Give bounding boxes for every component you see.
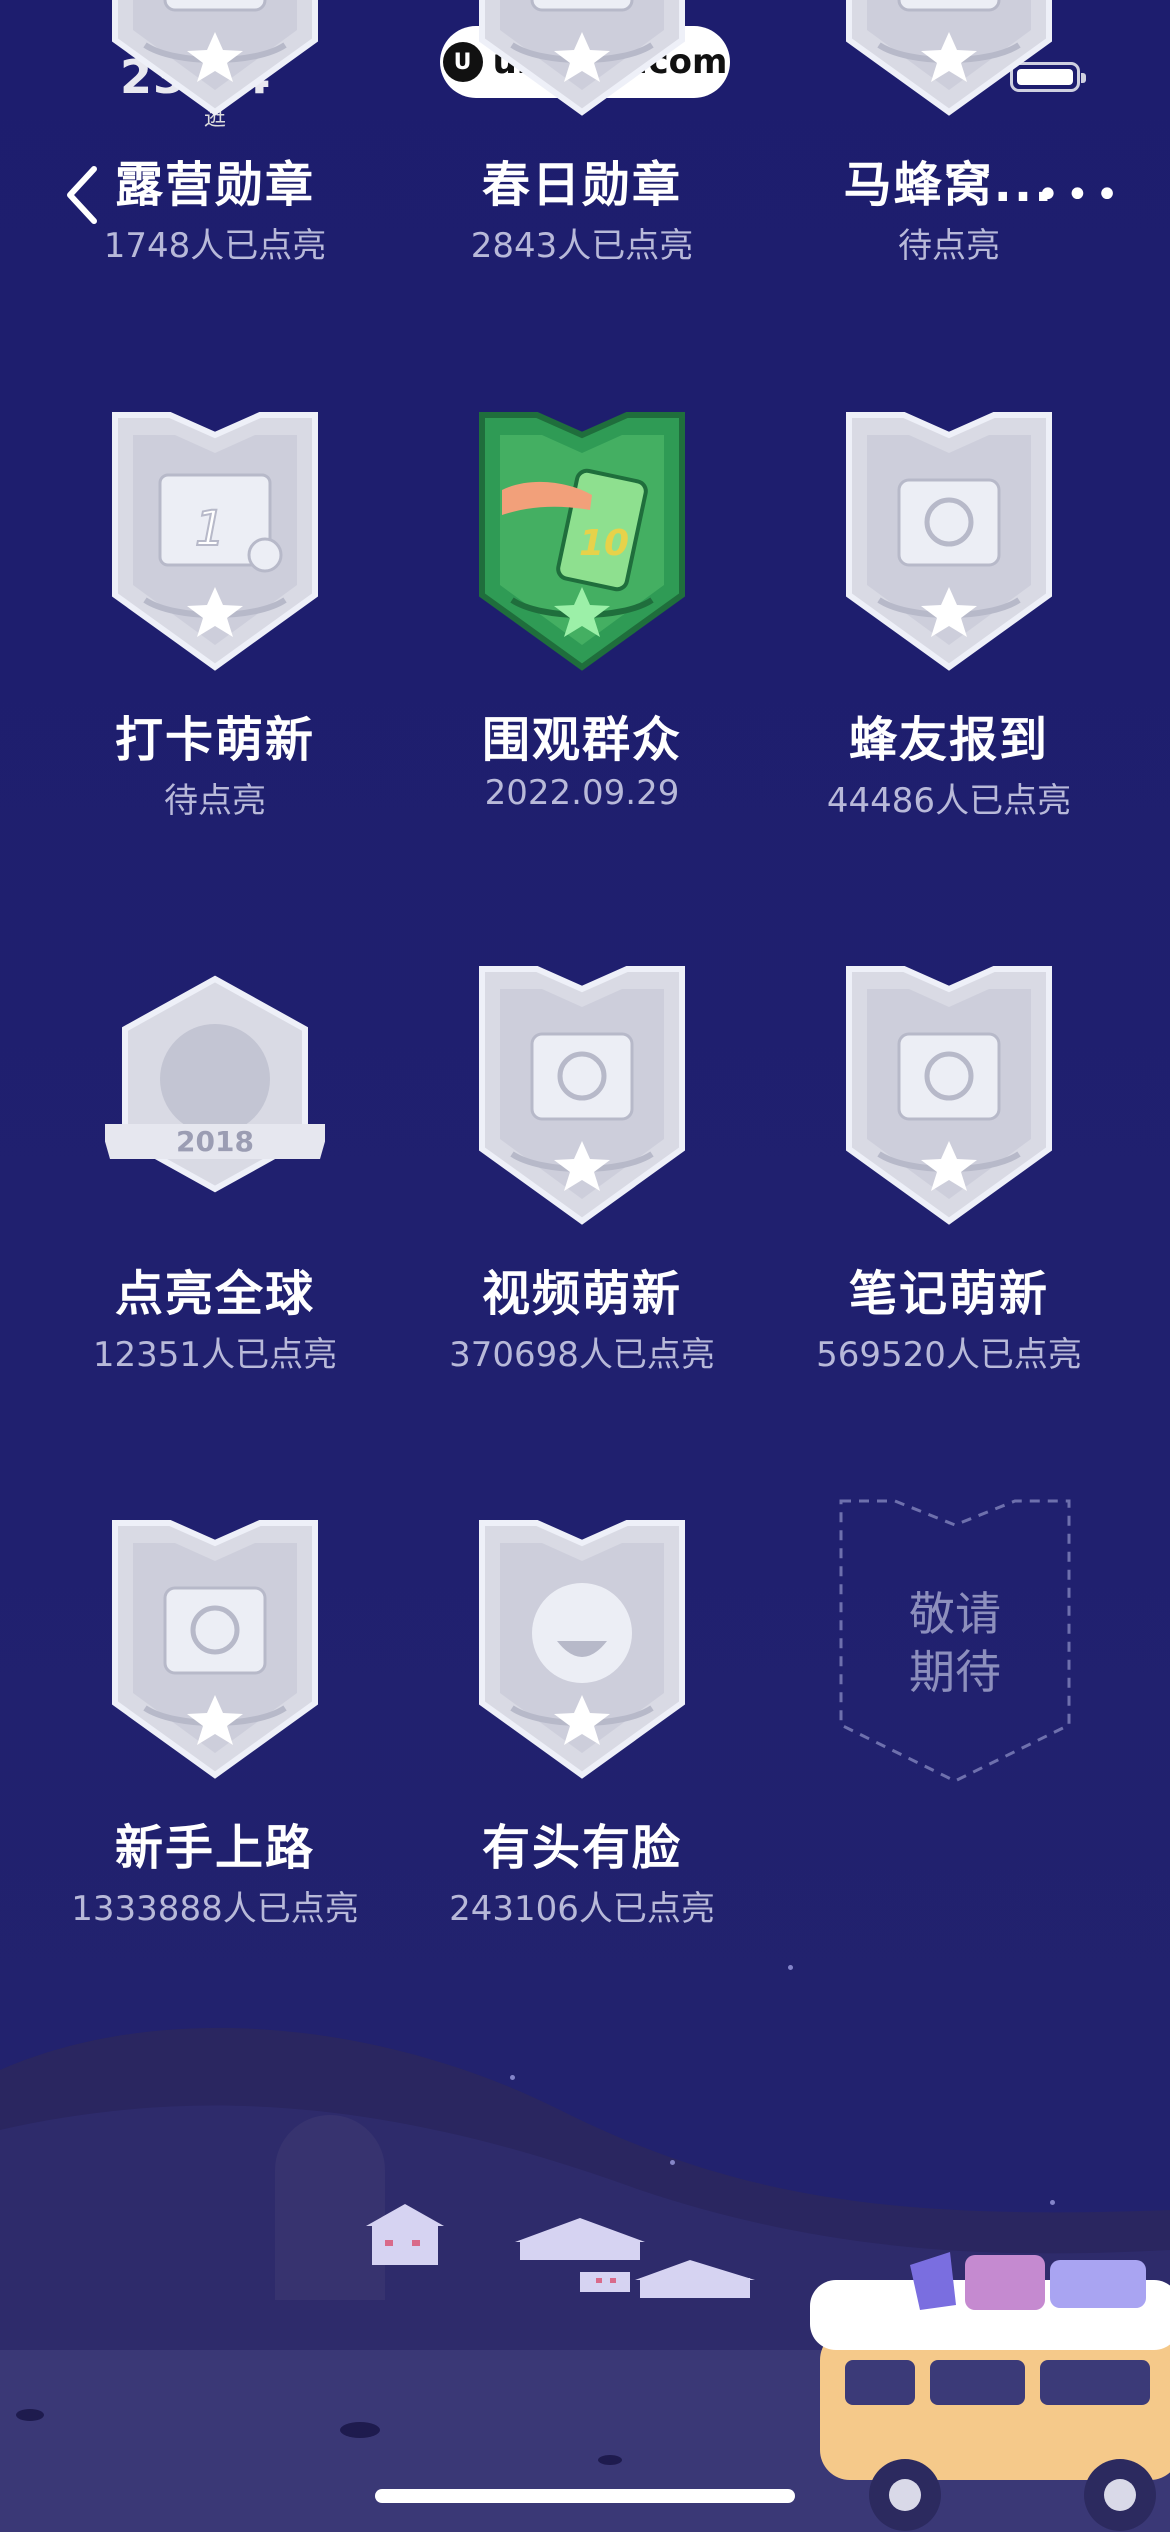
badge-item[interactable]: 蜂友报到 44486人已点亮 [784, 405, 1114, 945]
badge-subtext: 44486人已点亮 [826, 781, 1072, 821]
mafengwo-badge-icon [839, 0, 1059, 120]
badge-name: 蜂友报到 [848, 712, 1049, 768]
badge-name: 视频萌新 [481, 1266, 682, 1322]
badge-item[interactable]: 春日勋章 2843人已点亮 [417, 0, 747, 390]
badge-item[interactable]: 露营勋章 1748人已点亮 [50, 0, 380, 390]
badge-subtext: 待点亮 [898, 226, 1000, 266]
badge-name: 有头有脸 [481, 1820, 682, 1876]
badge-item[interactable]: 10 围观群众 2022.09.29 [417, 405, 747, 945]
video-badge-icon [472, 959, 692, 1229]
phone-10-badge-icon: 10 [472, 405, 692, 675]
badge-item[interactable]: 视频萌新 370698人已点亮 [417, 959, 747, 1499]
badge-item[interactable]: 笔记萌新 569520人已点亮 [784, 959, 1114, 1499]
spring-badge-icon [472, 0, 692, 120]
friend-checkin-badge-icon [839, 405, 1059, 675]
badge-item[interactable]: 1 打卡萌新 待点亮 [50, 405, 380, 945]
badge-name: 围观群众 [481, 712, 682, 768]
svg-text:10: 10 [579, 523, 629, 564]
notes-badge-icon [839, 959, 1059, 1229]
home-indicator[interactable] [375, 2489, 795, 2503]
badge-subtext: 370698人已点亮 [449, 1335, 715, 1375]
badge-name: 打卡萌新 [114, 712, 315, 768]
svg-text:1: 1 [195, 501, 226, 557]
night-camp-scene [0, 2027, 1170, 2532]
badge-name: 新手上路 [114, 1820, 315, 1876]
star-dot [1050, 2200, 1055, 2205]
coming-soon-line2: 期待 [909, 1645, 1001, 1699]
badge-name: 笔记萌新 [848, 1266, 1049, 1322]
badge-item[interactable]: 马蜂窝... 待点亮 [784, 0, 1114, 390]
badge-name: 点亮全球 [114, 1266, 315, 1322]
checkin-calendar-badge-icon: 1 [105, 405, 325, 675]
badge-subtext: 569520人已点亮 [816, 1335, 1082, 1375]
badge-subtext: 待点亮 [164, 781, 266, 821]
star-dot [670, 2160, 675, 2165]
badge-name: 露营勋章 [114, 157, 315, 213]
globe-2018-badge-icon: 2018 [100, 959, 330, 1229]
face-badge-icon [472, 1513, 692, 1783]
badge-subtext: 243106人已点亮 [449, 1889, 715, 1929]
badge-subtext: 2022.09.29 [484, 773, 680, 813]
coming-soon-slot: 敬请 期待 [835, 1495, 1075, 1785]
newbie-shoe-badge-icon [105, 1513, 325, 1783]
badge-name: 马蜂窝... [843, 157, 1055, 213]
badge-subtext: 1333888人已点亮 [71, 1889, 359, 1929]
badge-subtext: 2843人已点亮 [470, 226, 694, 266]
camping-badge-icon [105, 0, 325, 120]
star-dot [788, 1965, 793, 1970]
badge-year: 2018 [176, 1125, 254, 1158]
badge-subtext: 1748人已点亮 [103, 226, 327, 266]
badge-subtext: 12351人已点亮 [92, 1335, 338, 1375]
badge-name: 春日勋章 [481, 157, 682, 213]
badge-item[interactable]: 2018 点亮全球 12351人已点亮 [50, 959, 380, 1499]
coming-soon-line1: 敬请 [909, 1587, 1001, 1641]
star-dot [510, 2075, 515, 2080]
